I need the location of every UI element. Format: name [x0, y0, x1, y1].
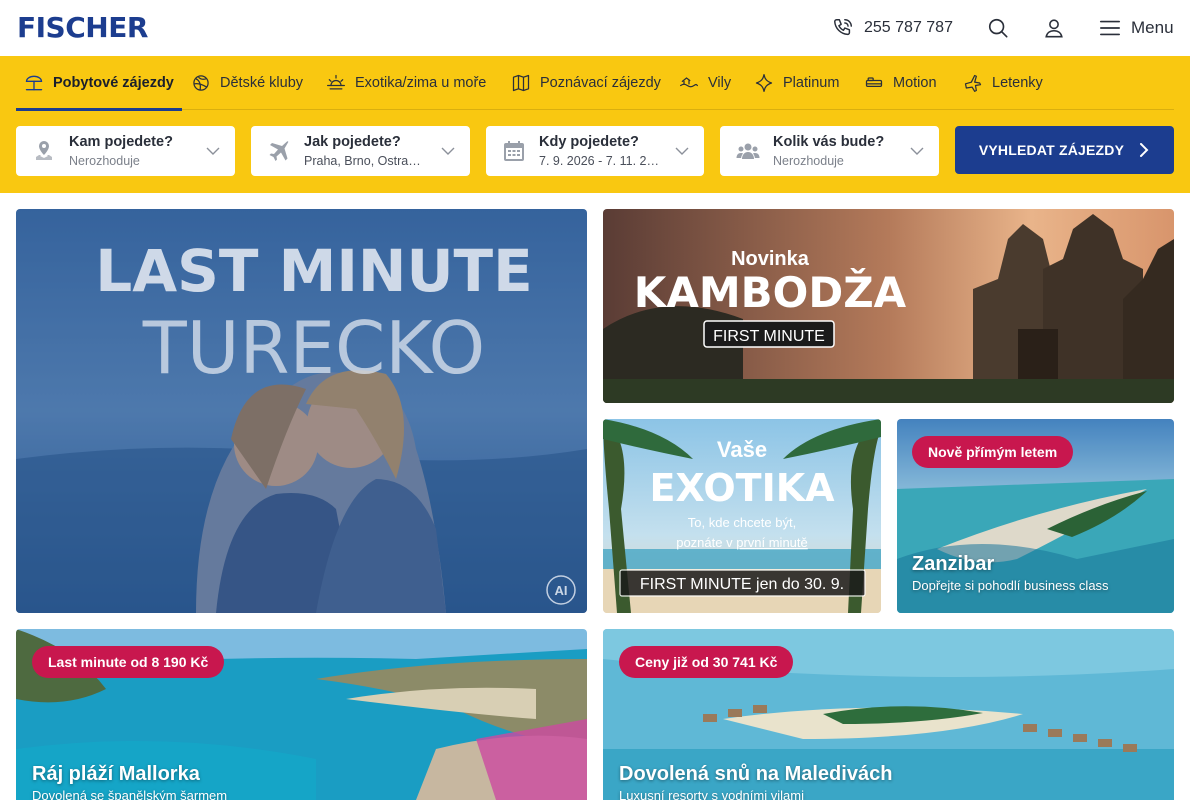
turecko-headline: LAST MINUTE [95, 237, 533, 305]
phone-link[interactable]: 255 787 787 [832, 15, 953, 41]
promo-tile-turecko[interactable]: LAST MINUTE TURECKO AI [16, 209, 587, 613]
group-icon [736, 143, 760, 159]
exotika-kicker: Vaše [717, 437, 767, 462]
exotika-image: Vaše EXOTIKA To, kde chcete být, poznáte… [603, 419, 881, 613]
exotika-title: EXOTIKA [649, 466, 835, 510]
maledivy-subtitle: Luxusní resorty s vodními vilami [619, 788, 804, 800]
kambodza-kicker: Novinka [731, 248, 810, 270]
kambodza-title: KAMBODŽA [634, 267, 907, 317]
exotika-line2: poznáte v první minutě [676, 535, 808, 550]
tab-label: Pobytové zájezdy [53, 75, 174, 91]
promo-tile-maledivy[interactable]: Ceny již od 30 741 Kč Dovolená snů na Ma… [603, 629, 1174, 800]
date-label: Kdy pojedete? [539, 134, 639, 150]
map-icon [512, 74, 530, 92]
top-header: FISCHER 255 787 787 Menu [0, 0, 1190, 56]
ai-badge-label: AI [555, 583, 568, 598]
first-minute-tag-label: FIRST MINUTE [713, 328, 825, 345]
chevron-down-icon [441, 147, 455, 155]
villa-icon [680, 77, 698, 88]
search-tours-button[interactable]: VYHLEDAT ZÁJEZDY [955, 126, 1174, 174]
account-button[interactable] [1041, 15, 1067, 41]
airplane-icon [269, 141, 289, 161]
search-panel: Pobytové zájezdy Dětské kluby Exotika/zi… [0, 56, 1190, 193]
travelers-field[interactable]: Kolik vás bude? Nerozhoduje [720, 126, 939, 176]
exotika-line1: To, kde chcete být, [688, 515, 796, 530]
tab-label: Vily [708, 75, 732, 91]
map-pin-icon [36, 141, 52, 160]
promo-tile-exotika[interactable]: Vaše EXOTIKA To, kde chcete být, poznáte… [603, 419, 881, 613]
tab-exotika[interactable]: Exotika/zima u moře [326, 56, 486, 110]
date-field[interactable]: Kdy pojedete? 7. 9. 2026 - 7. 11. 2026 [486, 126, 704, 176]
tab-label: Poznávací zájezdy [540, 75, 661, 91]
tab-label: Dětské kluby [220, 75, 304, 91]
promo-tile-mallorca[interactable]: Last minute od 8 190 Kč Ráj pláží Mallor… [16, 629, 587, 800]
promo-tile-zanzibar[interactable]: Nově přímým letem Zanzibar Dopřejte si p… [897, 419, 1174, 613]
category-tabs: Pobytové zájezdy Dětské kluby Exotika/zi… [16, 56, 1174, 111]
bed-icon [865, 77, 883, 87]
tab-motion[interactable]: Motion [864, 56, 937, 110]
phone-icon [834, 19, 852, 36]
transport-label: Jak pojedete? [304, 134, 401, 150]
transport-field[interactable]: Jak pojedete? Praha, Brno, Ostrava, Pard… [251, 126, 470, 176]
menu-button[interactable]: Menu [1099, 15, 1174, 41]
tab-pobytove-zajezdy[interactable]: Pobytové zájezdy [16, 56, 182, 111]
chevron-right-icon [1140, 143, 1149, 157]
tab-label: Letenky [992, 75, 1043, 91]
tab-label: Exotika/zima u moře [355, 75, 487, 91]
search-button[interactable] [985, 15, 1011, 41]
destination-label: Kam pojedete? [69, 134, 173, 150]
date-value: 7. 9. 2026 - 7. 11. 2026 [539, 154, 659, 168]
calendar-icon [504, 141, 524, 161]
sparkle-icon [755, 74, 773, 92]
tab-letenky[interactable]: Letenky [963, 56, 1043, 110]
tab-platinum[interactable]: Platinum [754, 56, 839, 110]
chevron-down-icon [910, 147, 924, 155]
ball-icon [193, 75, 209, 91]
travelers-label: Kolik vás bude? [773, 134, 885, 150]
promo-tile-kambodza[interactable]: Novinka KAMBODŽA FIRST MINUTE [603, 209, 1174, 403]
plane-ticket-icon [964, 74, 982, 92]
zanzibar-title: Zanzibar [912, 553, 995, 575]
search-icon [988, 18, 1008, 38]
beach-umbrella-icon [25, 75, 43, 91]
user-icon [1045, 19, 1063, 38]
mallorca-badge: Last minute od 8 190 Kč [32, 646, 225, 678]
tab-label: Motion [893, 75, 937, 91]
tab-poznavaci-zajezdy[interactable]: Poznávací zájezdy [511, 56, 661, 110]
tab-vily[interactable]: Vily [679, 56, 731, 110]
mallorca-subtitle: Dovolená se španělským šarmem [32, 788, 228, 800]
zanzibar-badge: Nově přímým letem [912, 436, 1074, 468]
transport-value: Praha, Brno, Ostrava, Pardubice [304, 154, 424, 168]
tab-detske-kluby[interactable]: Dětské kluby [191, 56, 303, 110]
turecko-destination: TURECKO [142, 306, 485, 390]
maledivy-title: Dovolená snů na Maledivách [619, 763, 893, 785]
tab-label: Platinum [783, 75, 840, 91]
travelers-value: Nerozhoduje [773, 154, 844, 168]
maledivy-badge: Ceny již od 30 741 Kč [619, 646, 794, 678]
fischer-logo[interactable]: FISCHER [17, 14, 148, 42]
hamburger-icon [1100, 20, 1120, 36]
exotika-banner: FIRST MINUTE jen do 30. 9. [640, 576, 844, 593]
chevron-down-icon [206, 147, 220, 155]
zanzibar-subtitle: Dopřejte si pohodlí business class [912, 578, 1109, 593]
phone-number: 255 787 787 [864, 19, 953, 36]
turecko-image: LAST MINUTE TURECKO AI [16, 209, 587, 613]
search-tours-label: VYHLEDAT ZÁJEZDY [978, 142, 1125, 158]
destination-value: Nerozhoduje [69, 154, 140, 168]
menu-label: Menu [1131, 18, 1174, 37]
kambodza-image: Novinka KAMBODŽA FIRST MINUTE [603, 209, 1174, 403]
chevron-down-icon [675, 147, 689, 155]
destination-field[interactable]: Kam pojedete? Nerozhoduje [16, 126, 235, 176]
mallorca-title: Ráj pláží Mallorka [32, 763, 200, 785]
sun-horizon-icon [327, 74, 345, 90]
